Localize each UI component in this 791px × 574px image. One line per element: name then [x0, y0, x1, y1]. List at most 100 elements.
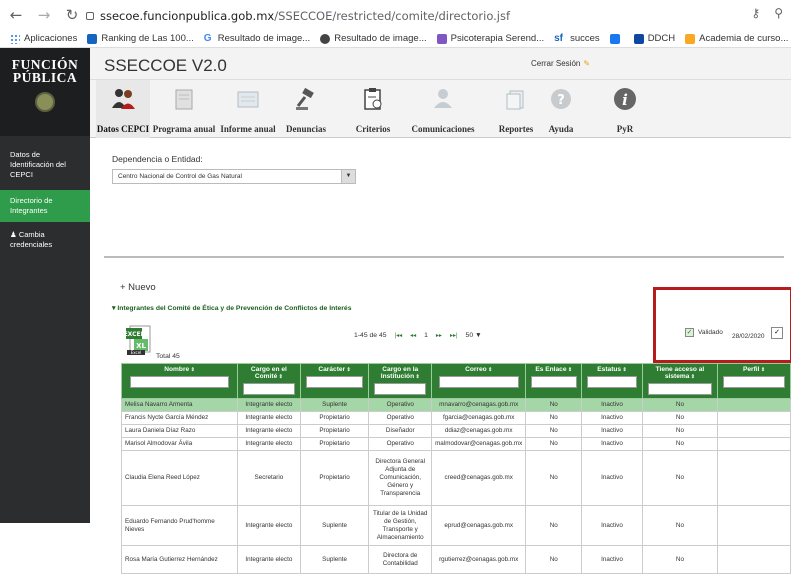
tab-pyr[interactable]: i PyR: [600, 80, 650, 138]
table-cell: Directora de Contabilidad: [368, 545, 433, 574]
sort-icon[interactable]: ⇕: [567, 367, 572, 373]
column-header[interactable]: Estatus ⇕: [581, 363, 643, 399]
column-header[interactable]: Cargo en la Institución ⇕: [368, 363, 433, 399]
section-title[interactable]: ▾ Integrantes del Comité de Ética y de P…: [112, 304, 352, 312]
svg-text:EXCEL: EXCEL: [124, 331, 145, 338]
column-header[interactable]: Tiene acceso al sistema ⇕: [641, 363, 719, 399]
pager-page[interactable]: 1: [424, 332, 428, 339]
bookmark-facebook[interactable]: [609, 33, 624, 44]
sort-icon[interactable]: ⇕: [621, 367, 626, 373]
bookmark-favicon: [436, 33, 447, 44]
sort-icon[interactable]: ⇕: [189, 367, 195, 373]
table-cell: No: [641, 450, 719, 506]
bookmark-academia[interactable]: Academia de curso...: [685, 33, 788, 44]
address-bar[interactable]: ssecoe.funcionpublica.gob.mx/SSECCOE/res…: [86, 5, 768, 26]
table-cell: [717, 411, 791, 425]
sort-icon[interactable]: ⇕: [487, 367, 492, 373]
column-filter-input[interactable]: [374, 383, 427, 395]
bookmark-apps[interactable]: Aplicaciones: [10, 33, 77, 44]
table-cell: Suplente: [299, 398, 370, 412]
table-row[interactable]: Rosa María Gutierrez Hernández Integrante…: [120, 545, 791, 574]
sidebar-item-identificacion[interactable]: Datos de Identificación del CEPCI: [0, 144, 90, 186]
sf-icon: sf: [554, 32, 564, 44]
tab-comunicaciones[interactable]: Comunicaciones: [402, 80, 484, 138]
logo-line2: PÚBLICA: [12, 70, 78, 85]
tab-programa-anual[interactable]: Programa anual: [152, 80, 216, 138]
table-row[interactable]: Marisol Almodovar Ávila Integrante electo…: [120, 437, 791, 451]
table-cell: mnavarro@cenagas.gob.mx: [431, 398, 527, 412]
reload-icon[interactable]: ↻: [62, 6, 82, 24]
column-filter-input[interactable]: [723, 376, 785, 388]
chevron-down-icon: ▼: [341, 170, 355, 183]
fecha-validacion: 28/02/2020: [732, 333, 765, 340]
bookmark-succes[interactable]: sf succes: [554, 33, 600, 44]
table-cell: Inactivo: [581, 450, 643, 506]
column-header[interactable]: Nombre ⇕: [120, 363, 239, 399]
sort-icon[interactable]: ⇕: [759, 367, 765, 373]
dependencia-select[interactable]: Centro Nacional de Control de Gas Natura…: [112, 169, 356, 184]
table-cell: Inactivo: [581, 505, 643, 546]
bookmark-image-2[interactable]: Resultado de image...: [320, 33, 427, 44]
sidebar-item-directorio[interactable]: Directorio de Integrantes: [0, 190, 90, 222]
excel-export-icon[interactable]: EXCEL XL Excel: [124, 324, 154, 356]
column-header[interactable]: Carácter ⇕: [299, 363, 370, 399]
table-row[interactable]: Eduardo Fernando Prud'homme Nieves Integr…: [120, 505, 791, 546]
column-filter-input[interactable]: [648, 383, 712, 395]
logout-link[interactable]: Cerrar Sesión ✎: [531, 59, 590, 68]
page-size-select[interactable]: 50 ▼: [466, 332, 482, 339]
column-header[interactable]: Correo ⇕: [431, 363, 527, 399]
validado-checkbox[interactable]: ✓ Validado: [685, 328, 723, 337]
tab-informe-anual[interactable]: Informe anual: [218, 80, 278, 138]
bookmark-ddch[interactable]: DDCH: [633, 33, 675, 44]
table-cell: No: [525, 450, 583, 506]
table-cell: Claudia Elena Reed López: [120, 450, 239, 506]
column-filter-input[interactable]: [129, 376, 230, 388]
table-row[interactable]: Melisa Navarro Armenta Integrante electo S…: [120, 398, 791, 412]
module-toolbar: Datos CEPCI Programa anual Informe anual…: [90, 80, 791, 138]
sort-icon[interactable]: ⇕: [414, 374, 419, 380]
column-label: Correo: [465, 366, 487, 373]
tab-datos-cepci[interactable]: Datos CEPCI: [96, 80, 150, 138]
column-header[interactable]: Perfil ⇕: [717, 363, 791, 399]
calendar-check-icon[interactable]: ✓: [771, 327, 783, 339]
column-filter-input[interactable]: [242, 383, 295, 395]
zoom-icon[interactable]: ⚲: [774, 6, 783, 20]
table-cell: Inactivo: [581, 545, 643, 574]
table-row[interactable]: Claudia Elena Reed López Secretario Propie…: [120, 450, 791, 506]
prev-page-icon[interactable]: ◂◂: [410, 332, 416, 339]
column-filter-input[interactable]: [438, 376, 519, 388]
last-page-icon[interactable]: ▸▸|: [450, 332, 458, 339]
table-cell: [717, 545, 791, 574]
first-page-icon[interactable]: |◂◂: [395, 332, 403, 339]
sidebar-item-credenciales[interactable]: ♟ Cambia credenciales: [0, 224, 90, 256]
sort-icon[interactable]: ⇕: [689, 374, 695, 380]
table-row[interactable]: Laura Daniela Díaz Razo Integrante electo…: [120, 424, 791, 438]
total-count: Total 45: [156, 353, 180, 360]
seal-icon: [35, 92, 55, 112]
column-filter-input[interactable]: [586, 376, 638, 388]
key-icon[interactable]: ⚷: [751, 6, 760, 20]
tab-denuncias[interactable]: Denuncias: [280, 80, 332, 138]
table-row[interactable]: Francis Nycte García Méndez Integrante el…: [120, 411, 791, 425]
table-cell: Integrante electo: [237, 437, 301, 451]
tab-ayuda[interactable]: ? Ayuda: [536, 80, 586, 138]
table-cell: Integrante electo: [237, 398, 301, 412]
bookmark-google-1[interactable]: G Resultado de image...: [204, 33, 310, 44]
bookmark-ranking[interactable]: Ranking de Las 100...: [87, 33, 194, 44]
table-cell: Integrante electo: [237, 411, 301, 425]
bookmark-favicon: [685, 33, 696, 44]
nuevo-button[interactable]: + Nuevo: [120, 282, 156, 293]
column-header[interactable]: Es Enlace ⇕: [525, 363, 583, 399]
next-page-icon[interactable]: ▸▸: [436, 332, 442, 339]
sort-icon[interactable]: ⇕: [345, 367, 351, 373]
bookmarks-bar: Aplicaciones Ranking de Las 100... G Resu…: [0, 30, 791, 48]
column-filter-input[interactable]: [305, 376, 364, 388]
forward-icon[interactable]: →: [34, 6, 54, 24]
main-content: Dependencia o Entidad: Centro Nacional d…: [90, 138, 791, 574]
tab-criterios[interactable]: Criterios: [348, 80, 398, 138]
column-filter-input[interactable]: [530, 376, 577, 388]
bookmark-psicoterapia[interactable]: Psicoterapia Serend...: [436, 33, 544, 44]
column-header[interactable]: Cargo en el Comité ⇕: [237, 363, 301, 399]
sort-icon[interactable]: ⇕: [277, 374, 283, 380]
back-icon[interactable]: ←: [6, 6, 26, 24]
